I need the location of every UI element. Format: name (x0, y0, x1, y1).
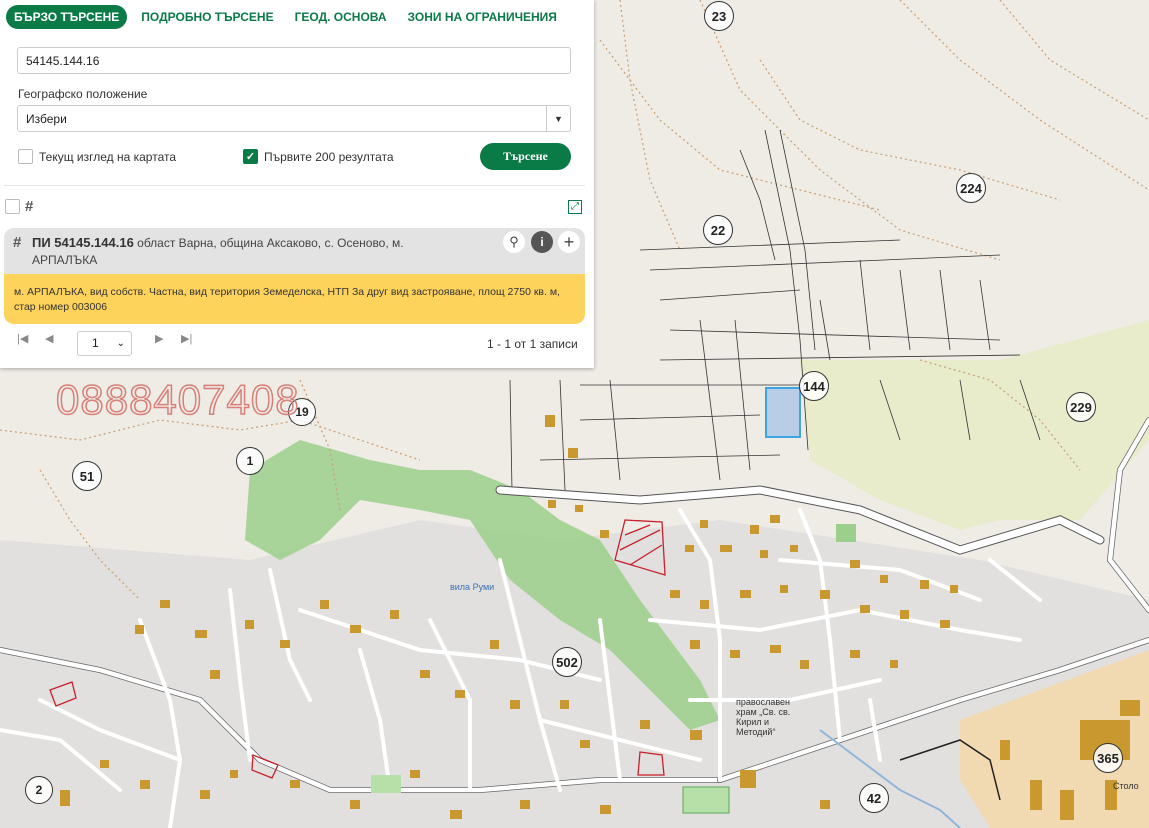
prev-page-icon[interactable]: ◀ (45, 332, 53, 345)
parcel-grid-icon: # (13, 234, 22, 251)
first-page-icon[interactable]: |◀ (17, 332, 28, 345)
tab-geodetic-base[interactable]: ГЕОД. ОСНОВА (295, 10, 387, 24)
zoom-search-icon[interactable]: ⚲ (503, 231, 525, 253)
map-region-label: 22 (703, 215, 733, 245)
result-id: ПИ 54145.144.16 (32, 235, 134, 250)
geo-position-value: Избери (26, 112, 67, 126)
place-label: Столо (1113, 781, 1139, 791)
watermark-phone: 0888407408 (55, 375, 300, 424)
add-icon[interactable]: + (558, 231, 580, 253)
map-region-label: 42 (859, 783, 889, 813)
map-region-label: 365 (1093, 743, 1123, 773)
tab-restriction-zones[interactable]: ЗОНИ НА ОГРАНИЧЕНИЯ (408, 10, 557, 24)
map-region-label: 502 (552, 647, 582, 677)
result-title: ПИ 54145.144.16 област Варна, община Акс… (32, 234, 432, 269)
page-select[interactable]: 1 ⌄ (77, 331, 132, 356)
dropdown-arrow-icon[interactable]: ▼ (546, 106, 570, 131)
search-input[interactable]: 54145.144.16 (17, 47, 571, 74)
current-view-checkbox-row[interactable]: Текущ изглед на картата (18, 149, 176, 164)
geo-position-label: Географско положение (18, 87, 148, 101)
geo-position-select[interactable]: Избери ▼ (17, 105, 571, 132)
place-label: православен храм „Св. св. Кирил и Методи… (736, 697, 791, 737)
search-panel: БЪРЗО ТЪРСЕНЕ ПОДРОБНО ТЪРСЕНЕ ГЕОД. ОСН… (0, 0, 594, 368)
map-region-label: 224 (956, 173, 986, 203)
select-all-checkbox[interactable] (5, 199, 20, 214)
result-details: м. АРПАЛЪКА, вид собств. Частна, вид тер… (4, 274, 585, 324)
records-summary: 1 - 1 от 1 записи (487, 337, 578, 351)
current-view-label: Текущ изглед на картата (39, 149, 177, 164)
tab-bar: БЪРЗО ТЪРСЕНЕ ПОДРОБНО ТЪРСЕНЕ ГЕОД. ОСН… (6, 5, 578, 29)
divider (4, 185, 585, 186)
first200-checkbox-row[interactable]: ✓ Първите 200 резултата (243, 149, 394, 164)
map-region-label: 229 (1066, 392, 1096, 422)
first200-checkbox[interactable]: ✓ (243, 149, 258, 164)
search-button[interactable]: Търсене (480, 143, 571, 170)
next-page-icon[interactable]: ▶ (155, 332, 163, 345)
result-header: # ПИ 54145.144.16 област Варна, община А… (4, 228, 585, 274)
tab-detailed-search[interactable]: ПОДРОБНО ТЪРСЕНЕ (141, 10, 273, 24)
page-number: 1 (92, 336, 99, 350)
result-card[interactable]: # ПИ 54145.144.16 област Варна, община А… (4, 228, 585, 324)
current-view-checkbox[interactable] (18, 149, 33, 164)
chevron-down-icon: ⌄ (116, 338, 125, 349)
info-icon[interactable]: i (531, 231, 553, 253)
place-label: вила Руми (450, 582, 495, 592)
tab-quick-search[interactable]: БЪРЗО ТЪРСЕНЕ (6, 5, 128, 29)
map-region-label: 2 (25, 776, 53, 804)
grid-icon: # (25, 198, 34, 215)
highlighted-parcel[interactable] (765, 387, 801, 438)
map-region-label: 23 (704, 1, 734, 31)
expand-icon[interactable]: ⤢ (568, 200, 582, 214)
first200-label: Първите 200 резултата (264, 149, 394, 164)
last-page-icon[interactable]: ▶| (181, 332, 192, 345)
map-region-label: 51 (72, 461, 102, 491)
map-region-label: 144 (799, 371, 829, 401)
map-region-label: 1 (236, 447, 264, 475)
